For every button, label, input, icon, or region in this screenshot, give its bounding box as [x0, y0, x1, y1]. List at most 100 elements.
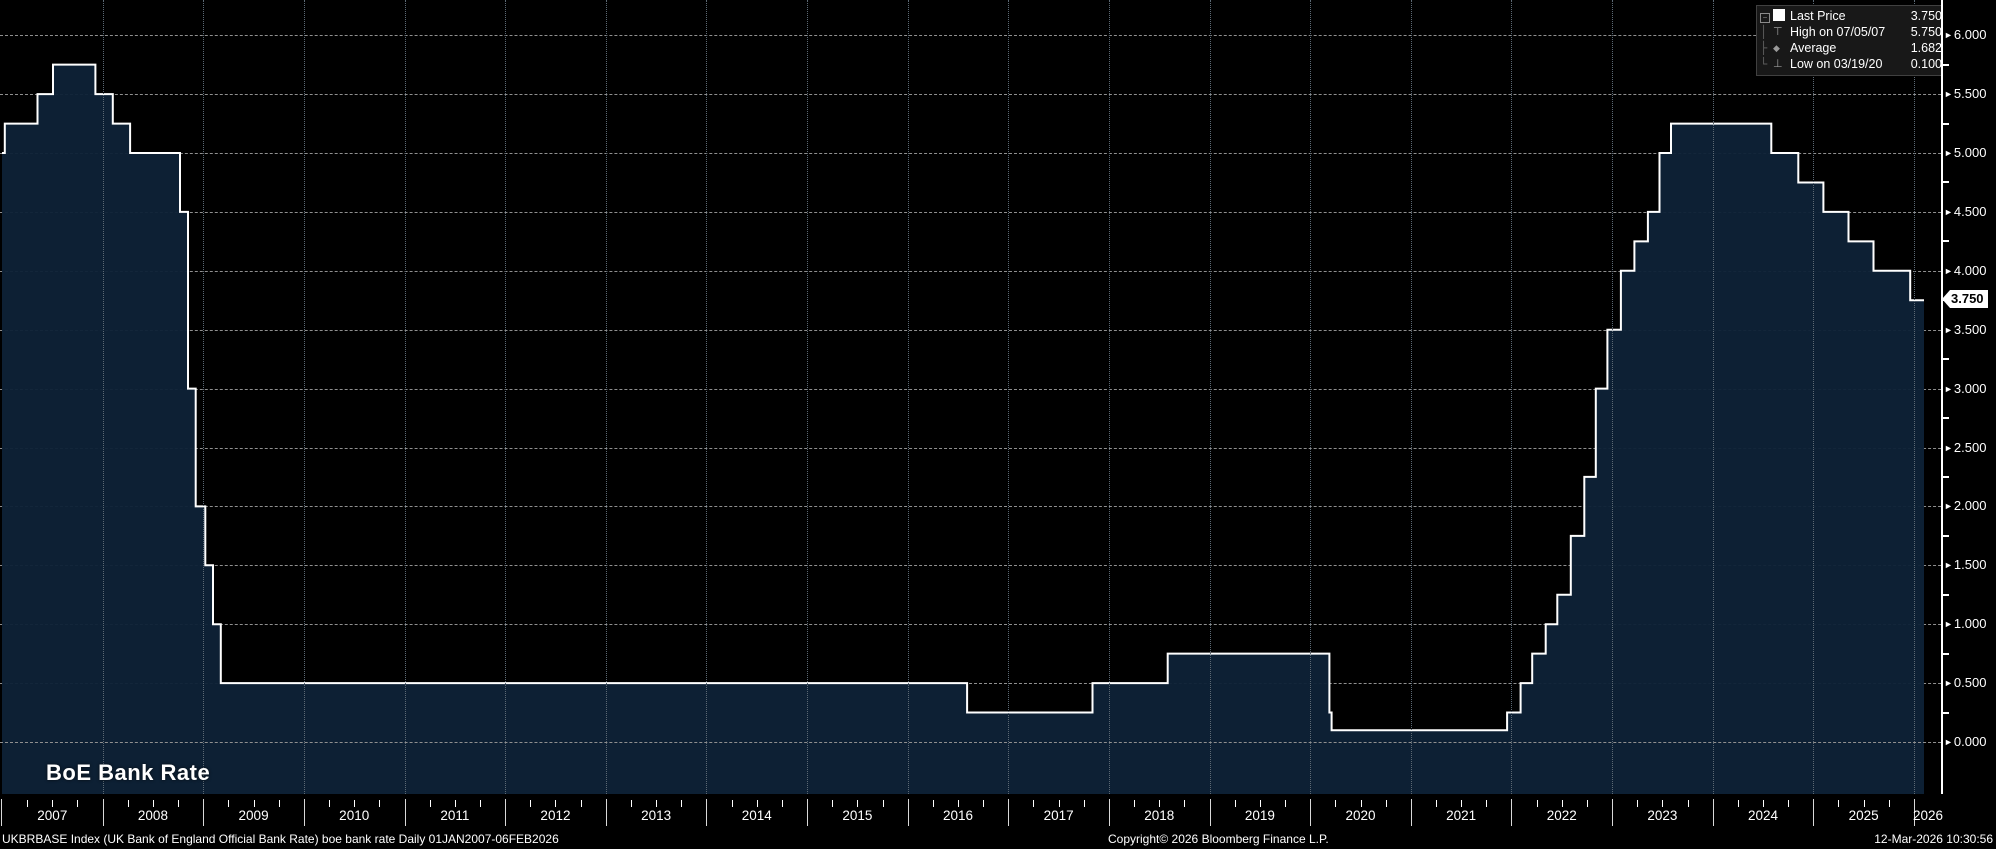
x-axis-quarter-tick [77, 800, 78, 807]
x-axis-year-label: 2021 [1446, 808, 1476, 823]
y-axis-label: ►2.000 [1944, 498, 1996, 513]
x-axis-quarter-tick [1738, 800, 1739, 807]
legend-row-last-price[interactable]: − Last Price 3.750 [1760, 8, 1941, 24]
x-axis-year-label: 2016 [943, 808, 973, 823]
y-axis-label: ►3.500 [1944, 322, 1996, 337]
high-tick-icon: ⊤ [1773, 27, 1790, 37]
legend-label: Average [1790, 41, 1902, 55]
x-axis-quarter-tick [178, 800, 179, 807]
x-axis-quarter-tick [128, 800, 129, 807]
x-axis-year-separator [1008, 799, 1009, 826]
x-axis-quarter-tick [354, 800, 355, 807]
legend-label: Low on 03/19/20 [1790, 57, 1902, 71]
x-axis-quarter-tick [1184, 800, 1185, 807]
x-axis-quarter-tick [430, 800, 431, 807]
x-axis-quarter-tick [52, 800, 53, 807]
x-axis-quarter-tick [1889, 800, 1890, 807]
x-axis-quarter-tick [279, 800, 280, 807]
timestamp: 12-Mar-2026 10:30:56 [1874, 832, 1993, 846]
x-axis-quarter-tick [1537, 800, 1538, 807]
y-tick-arrow-icon: ► [1944, 501, 1953, 511]
y-axis-label: ►1.000 [1944, 616, 1996, 631]
x-axis-quarter-tick [1159, 800, 1160, 807]
bloomberg-chart-window: BoE Bank Rate − Last Price 3.750 │ ⊤ Hig… [0, 0, 1996, 849]
y-axis-label: ►6.000 [1944, 27, 1996, 42]
x-axis-quarter-tick [379, 800, 380, 807]
y-tick-arrow-icon: ► [1944, 266, 1953, 276]
y-tick-arrow-icon: ► [1944, 737, 1953, 747]
x-axis-year-separator [606, 799, 607, 826]
legend-label: High on 07/05/07 [1790, 25, 1902, 39]
x-axis-year-label: 2022 [1547, 808, 1577, 823]
legend-row-high[interactable]: │ ⊤ High on 07/05/07 5.750 [1760, 24, 1941, 40]
x-axis-quarter-tick [1134, 800, 1135, 807]
low-tick-icon: ⊥ [1773, 59, 1790, 69]
tree-line: │ [1760, 27, 1773, 37]
x-axis-quarter-tick [782, 800, 783, 807]
x-axis-quarter-tick [480, 800, 481, 807]
x-axis-year-label: 2023 [1647, 808, 1677, 823]
legend-row-low[interactable]: └ ⊥ Low on 03/19/20 0.100 [1760, 56, 1941, 72]
tree-line: └ [1760, 59, 1773, 69]
x-axis-year-separator [1310, 799, 1311, 826]
x-axis-year-label: 2015 [842, 808, 872, 823]
x-axis-quarter-tick [732, 800, 733, 807]
x-axis-quarter-tick [757, 800, 758, 807]
y-tick-arrow-icon: ► [1944, 89, 1953, 99]
x-axis-year-separator [103, 799, 104, 826]
x-axis-quarter-tick [27, 800, 28, 807]
x-axis-quarter-tick [883, 800, 884, 807]
x-axis-quarter-tick [530, 800, 531, 807]
x-axis-year-separator [505, 799, 506, 826]
y-axis-label: ►1.500 [1944, 557, 1996, 572]
x-axis-year-separator [1713, 799, 1714, 826]
tree-line: ├ [1760, 43, 1773, 53]
y-tick-arrow-icon: ► [1944, 30, 1953, 40]
last-price-tag-arrow [1942, 290, 1950, 308]
y-axis-label: ►0.500 [1944, 675, 1996, 690]
legend-collapse-icon[interactable]: − [1760, 9, 1773, 23]
x-axis-quarter-tick [254, 800, 255, 807]
x-axis-year-separator [807, 799, 808, 826]
y-axis-minor-tick [1943, 417, 1949, 419]
x-axis-quarter-tick [1562, 800, 1563, 807]
x-axis-quarter-tick [656, 800, 657, 807]
legend-value: 0.100 [1902, 57, 1941, 71]
x-axis-quarter-tick [329, 800, 330, 807]
y-axis-minor-tick [1943, 594, 1949, 596]
x-axis-quarter-tick [681, 800, 682, 807]
x-axis-year-label: 2013 [641, 808, 671, 823]
last-price-tag: 3.750 [1942, 290, 1988, 308]
x-axis-year-label: 2018 [1144, 808, 1174, 823]
y-tick-arrow-icon: ► [1944, 148, 1953, 158]
x-axis-year-label: 2011 [440, 808, 469, 823]
x-axis-quarter-tick [1838, 800, 1839, 807]
x-axis-quarter-tick [1788, 800, 1789, 807]
rate-area-series [0, 0, 1941, 794]
x-axis-quarter-tick [631, 800, 632, 807]
x-axis-year-separator [1511, 799, 1512, 826]
y-axis: 3.750 ►6.000►5.500►5.000►4.500►4.000►3.5… [1941, 0, 1996, 830]
last-price-square-icon [1773, 9, 1790, 23]
x-axis-quarter-tick [1033, 800, 1034, 807]
y-axis-label: ►5.500 [1944, 86, 1996, 101]
x-axis-year-label: 2025 [1849, 808, 1879, 823]
y-tick-arrow-icon: ► [1944, 384, 1953, 394]
chart-plot-area[interactable]: BoE Bank Rate − Last Price 3.750 │ ⊤ Hig… [0, 0, 1941, 794]
x-axis-year-separator [908, 799, 909, 826]
y-axis-minor-tick [1943, 240, 1949, 242]
x-axis-quarter-tick [1637, 800, 1638, 807]
x-axis-quarter-tick [1436, 800, 1437, 807]
x-axis-quarter-tick [832, 800, 833, 807]
y-axis-minor-tick [1943, 653, 1949, 655]
security-description: UKBRBASE Index (UK Bank of England Offic… [2, 832, 559, 846]
x-axis-year-label: 2014 [742, 808, 772, 823]
x-axis-year-separator [304, 799, 305, 826]
x-axis-quarter-tick [1260, 800, 1261, 807]
last-price-tag-value: 3.750 [1950, 290, 1988, 308]
legend-row-average[interactable]: ├ ◆ Average 1.682 [1760, 40, 1941, 56]
y-tick-arrow-icon: ► [1944, 678, 1953, 688]
x-axis-quarter-tick [1335, 800, 1336, 807]
x-axis-year-separator [203, 799, 204, 826]
y-tick-arrow-icon: ► [1944, 207, 1953, 217]
